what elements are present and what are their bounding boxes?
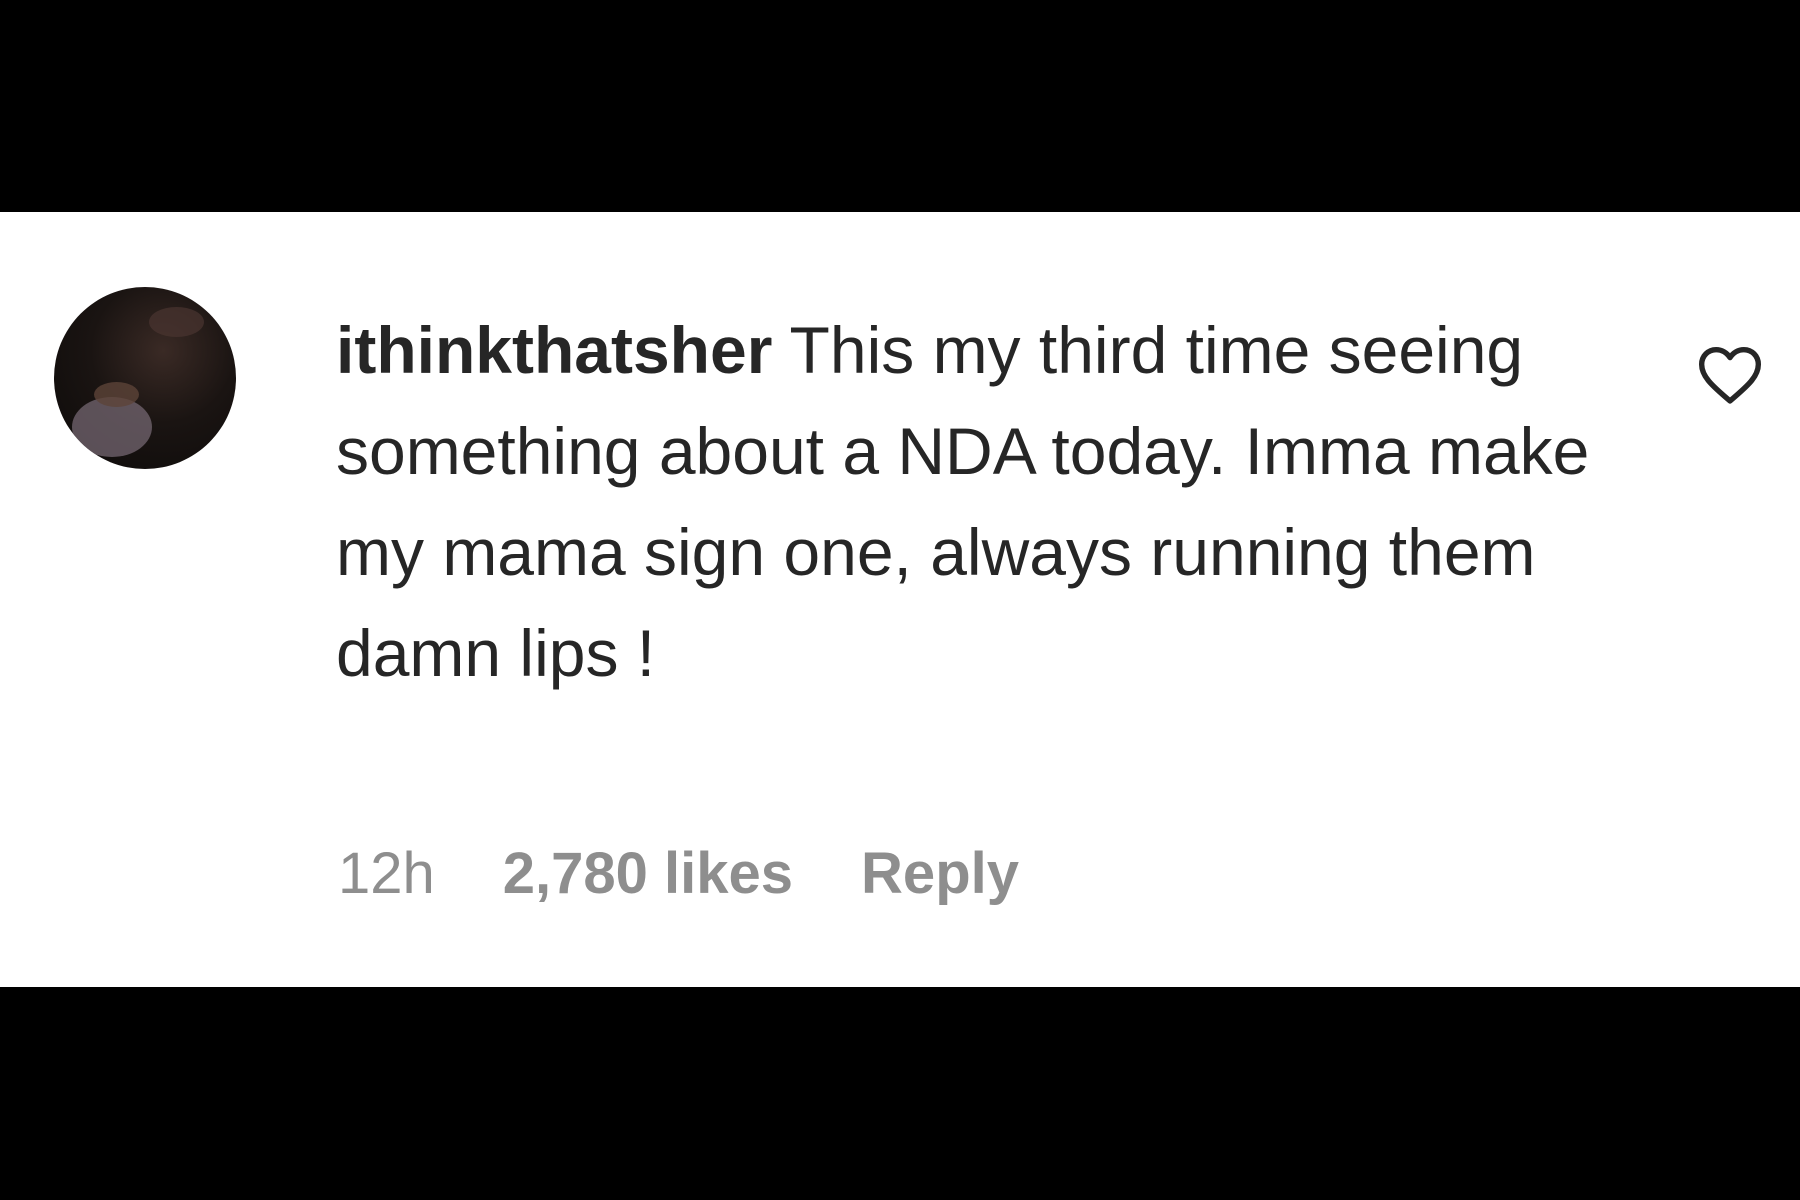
like-button[interactable] [1696, 342, 1764, 406]
comment-body: ithinkthatsher This my third time seeing… [336, 300, 1636, 704]
heart-outline-icon [1698, 346, 1762, 404]
comment-item: ithinkthatsher This my third time seeing… [0, 212, 1800, 987]
comment-timestamp[interactable]: 12h [338, 840, 435, 907]
comment-likes-count[interactable]: 2,780 likes [503, 840, 793, 907]
screenshot-frame: ithinkthatsher This my third time seeing… [0, 0, 1800, 1200]
avatar[interactable] [54, 287, 236, 469]
comment-username[interactable]: ithinkthatsher [336, 313, 772, 387]
reply-button[interactable]: Reply [861, 840, 1019, 907]
comment-meta: 12h 2,780 likes Reply [338, 840, 1019, 907]
